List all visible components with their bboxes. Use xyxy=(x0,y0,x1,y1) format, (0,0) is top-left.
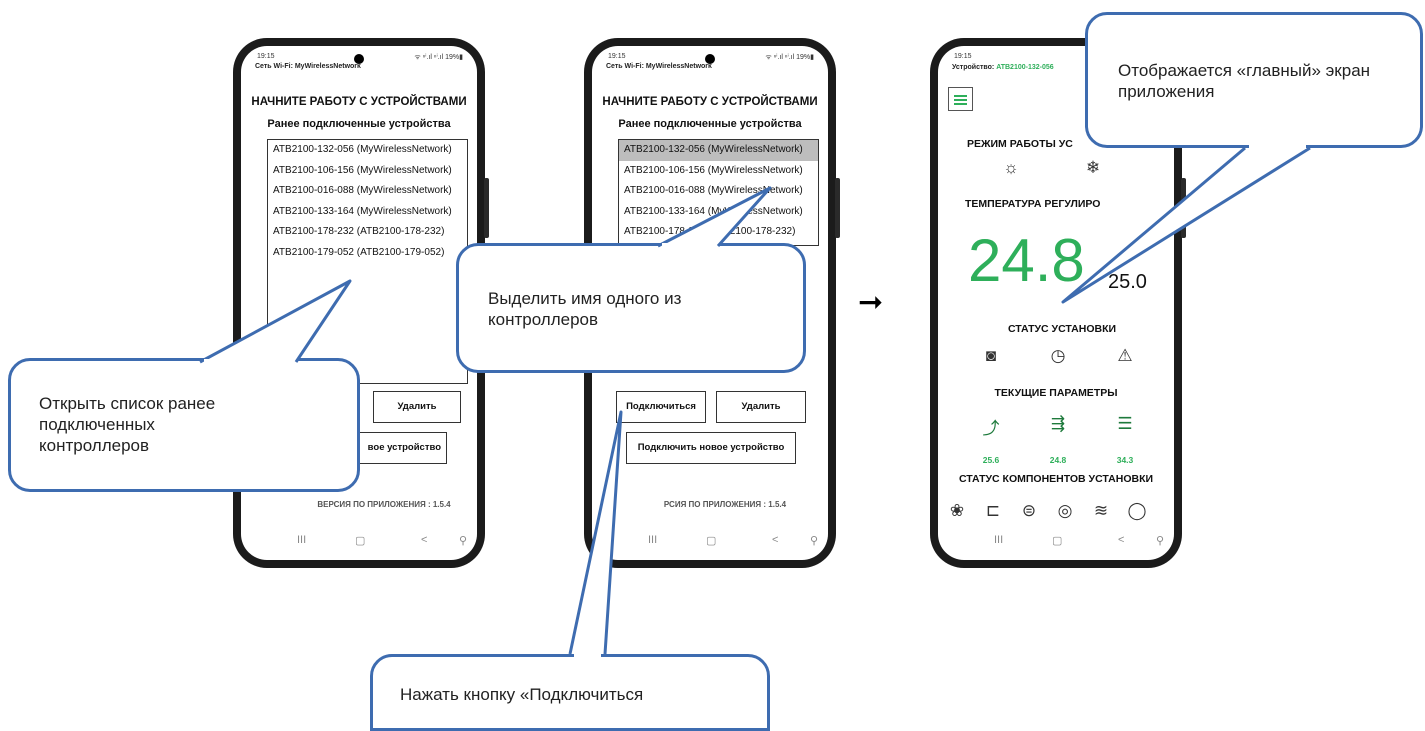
recuperator-icon[interactable]: ◯ xyxy=(1124,501,1150,521)
damper-icon[interactable]: ⊏ xyxy=(980,501,1006,521)
device-list-item[interactable]: ATB2100-016-088 (MyWirelessNetwork) xyxy=(268,181,467,202)
add-device-button[interactable]: Подключить новое устройство xyxy=(626,432,796,464)
supply-air-temp-icon: ⤴ xyxy=(982,419,1000,438)
sun-heating-icon[interactable]: ☼ xyxy=(998,158,1024,178)
unit-state-icon[interactable]: ◙ xyxy=(978,346,1004,366)
room-air-temp-icon: ⇶ xyxy=(1050,414,1066,433)
home-icon[interactable]: ▢ xyxy=(1052,534,1062,547)
install-status-header: СТАТУС УСТАНОВКИ xyxy=(1007,323,1117,335)
accessibility-icon[interactable]: ⚲ xyxy=(810,534,818,547)
app-version: РСИЯ ПО ПРИЛОЖЕНИЯ : 1.5.4 xyxy=(663,500,787,509)
device-list-item[interactable]: ATB2100-133-164 (MyWirelessNetwork) xyxy=(268,202,467,223)
device-list-item[interactable]: ATB2100-178-232 (ATB2100-178-232) xyxy=(619,222,818,243)
device-list-item[interactable]: ATB2100-106-156 (MyWirelessNetwork) xyxy=(268,161,467,182)
next-step-arrow: ➞ xyxy=(858,286,884,319)
nav-bar: III ▢ < ⚲ xyxy=(241,534,477,550)
wifi-network-label: Сеть Wi-Fi: MyWirelessNetwork xyxy=(606,63,712,70)
device-list-item[interactable]: ATB2100-133-164 (MyWirelessNetwork) xyxy=(619,202,818,223)
home-icon[interactable]: ▢ xyxy=(355,534,365,547)
status-bar: 19:15 ᯤ ⁿⁱ.ıl ⁿⁱ.ıl 19%▮ xyxy=(257,53,463,61)
status-bar: 19:15 ᯤ ⁿⁱ.ıl ⁿⁱ.ıl 19%▮ xyxy=(608,53,814,61)
pump-icon[interactable]: ◎ xyxy=(1052,501,1078,521)
device-list-item[interactable]: ATB2100-016-088 (MyWirelessNetwork) xyxy=(619,181,818,202)
param-value: 34.3 xyxy=(1116,455,1134,465)
param-value: 24.8 xyxy=(1049,455,1067,465)
device-list[interactable]: ATB2100-132-056 (MyWirelessNetwork) ATB2… xyxy=(267,139,468,384)
water-temp-icon: ☰ xyxy=(1117,414,1133,433)
components-header: СТАТУС КОМПОНЕНТОВ УСТАНОВКИ xyxy=(958,473,1154,485)
device-list-item-selected[interactable]: ATB2100-132-056 (MyWirelessNetwork) xyxy=(619,140,818,161)
device-label: Устройство: ATB2100-132-056 xyxy=(952,64,1054,71)
section-subtitle: Ранее подключенные устройства xyxy=(618,118,802,130)
schedule-clock-icon[interactable]: ◷ xyxy=(1045,346,1071,366)
device-list-item[interactable]: ATB2100-179-052 (ATB2100-179-052) xyxy=(268,243,467,264)
back-icon[interactable]: < xyxy=(421,534,427,546)
recent-apps-icon[interactable]: III xyxy=(648,534,657,546)
device-list-item[interactable]: ATB2100-106-156 (MyWirelessNetwork) xyxy=(619,161,818,182)
delete-button[interactable]: Удалить xyxy=(716,391,806,423)
current-temperature: 24.8 xyxy=(968,227,1085,294)
app-version: ВЕРСИЯ ПО ПРИЛОЖЕНИЯ : 1.5.4 xyxy=(317,500,451,509)
callout-press-connect: Нажать кнопку «Подключиться xyxy=(370,654,770,731)
params-header: ТЕКУЩИЕ ПАРАМЕТРЫ xyxy=(994,387,1118,399)
callout-main-screen: Отображается «главный» экран приложения xyxy=(1085,12,1423,148)
hamburger-menu-icon[interactable] xyxy=(948,87,973,111)
delete-button[interactable]: Удалить xyxy=(373,391,461,423)
param-value: 25.6 xyxy=(982,455,1000,465)
accessibility-icon[interactable]: ⚲ xyxy=(459,534,467,547)
connect-button[interactable]: Подключиться xyxy=(616,391,706,423)
callout-select-name: Выделить имя одного из контроллеров xyxy=(456,243,806,373)
fan-icon[interactable]: ❀ xyxy=(944,501,970,521)
nav-bar: III ▢ < ⚲ xyxy=(592,534,828,550)
device-list-item[interactable]: ATB2100-178-232 (ATB2100-178-232) xyxy=(268,222,467,243)
setpoint-temperature[interactable]: 25.0 xyxy=(1108,271,1147,294)
callout-open-list: Открыть список ранее подключенных контро… xyxy=(8,358,360,492)
section-subtitle: Ранее подключенные устройства xyxy=(267,118,451,130)
accessibility-icon[interactable]: ⚲ xyxy=(1156,534,1164,547)
back-icon[interactable]: < xyxy=(1118,534,1124,546)
filter-icon[interactable]: ⊜ xyxy=(1016,501,1042,521)
back-icon[interactable]: < xyxy=(772,534,778,546)
nav-bar: III ▢ < ⚲ xyxy=(938,534,1174,550)
device-list-item[interactable]: ATB2100-132-056 (MyWirelessNetwork) xyxy=(268,140,467,161)
recent-apps-icon[interactable]: III xyxy=(994,534,1003,546)
home-icon[interactable]: ▢ xyxy=(706,534,716,547)
wifi-network-label: Сеть Wi-Fi: MyWirelessNetwork xyxy=(255,63,361,70)
page-title: НАЧНИТЕ РАБОТУ С УСТРОЙСТВАМИ xyxy=(602,96,818,108)
page-title: НАЧНИТЕ РАБОТУ С УСТРОЙСТВАМИ xyxy=(251,96,467,108)
device-list[interactable]: ATB2100-132-056 (MyWirelessNetwork) ATB2… xyxy=(618,139,819,246)
snowflake-cooling-icon[interactable]: ❄ xyxy=(1080,158,1106,178)
recent-apps-icon[interactable]: III xyxy=(297,534,306,546)
heater-icon[interactable]: ≋ xyxy=(1088,501,1114,521)
temperature-header: ТЕМПЕРАТУРА РЕГУЛИРО xyxy=(965,198,1101,210)
warning-icon[interactable]: ⚠ xyxy=(1112,346,1138,366)
